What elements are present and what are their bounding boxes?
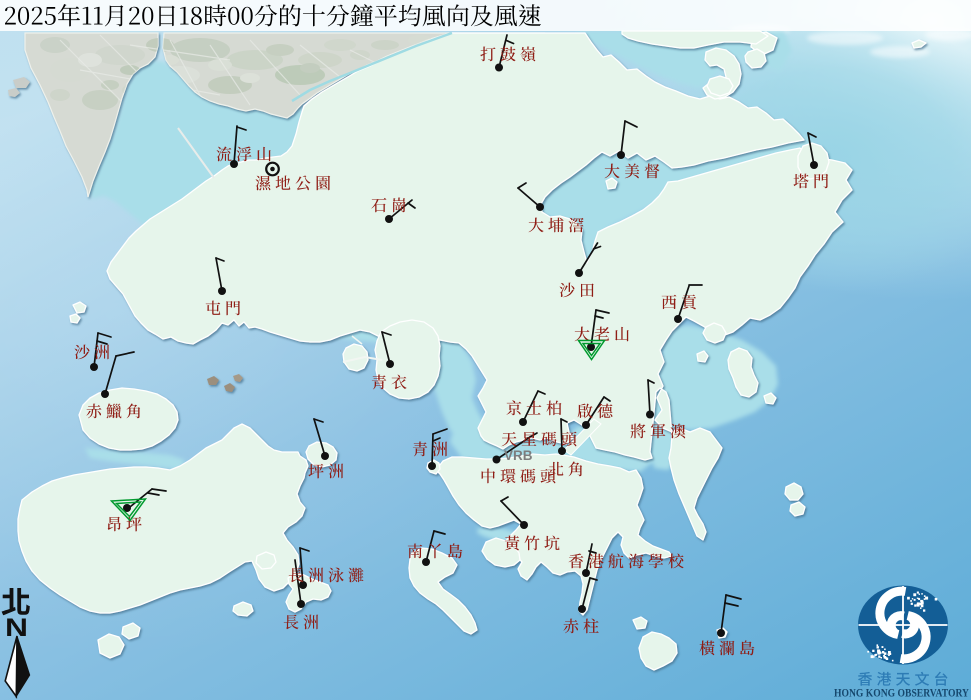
svg-text:VRB: VRB: [504, 448, 533, 463]
svg-text:HONG KONG OBSERVATORY: HONG KONG OBSERVATORY: [834, 686, 969, 700]
